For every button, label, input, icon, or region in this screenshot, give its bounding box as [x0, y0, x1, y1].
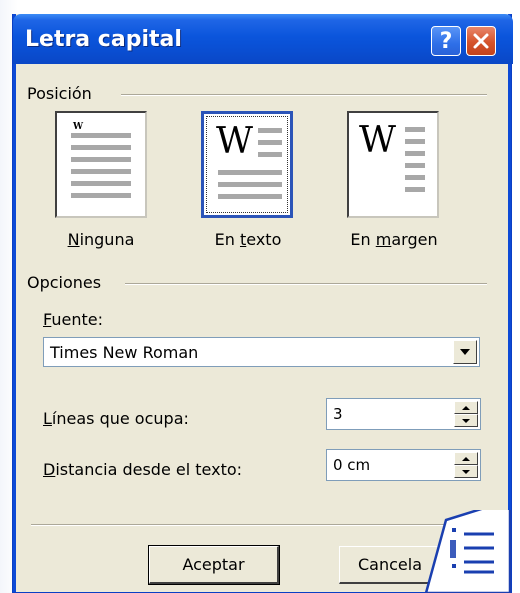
drop-letter-icon: W — [216, 121, 254, 162]
arrow-up-icon — [462, 456, 470, 461]
chevron-down-icon — [460, 349, 470, 355]
text-line — [258, 140, 282, 145]
arrow-down-icon — [462, 418, 470, 423]
close-icon — [473, 33, 489, 49]
title-bar[interactable]: Letra capital ? — [13, 14, 513, 64]
lines-spinner[interactable]: 3 — [326, 398, 481, 430]
distance-spinner[interactable]: 0 cm — [326, 449, 481, 481]
text-line — [258, 128, 282, 133]
lines-value: 3 — [333, 405, 343, 423]
text-line — [218, 182, 282, 187]
small-letter-icon: W — [73, 122, 84, 132]
close-button[interactable] — [466, 26, 496, 56]
text-line — [71, 181, 131, 186]
position-group-line — [121, 94, 487, 96]
position-in-text-label: En texto — [214, 230, 282, 249]
distance-label: Distancia desde el texto: — [43, 460, 243, 479]
text-line — [405, 175, 425, 180]
text-line — [71, 133, 131, 138]
font-select-dropdown-button[interactable] — [453, 340, 477, 364]
font-select[interactable]: Times New Roman — [43, 337, 480, 367]
distance-decrement-button[interactable] — [454, 465, 478, 478]
ok-button-label: Aceptar — [182, 555, 245, 574]
help-icon: ? — [439, 28, 453, 54]
distance-value: 0 cm — [333, 456, 371, 474]
distance-spin-buttons — [454, 452, 478, 478]
options-group-line — [125, 283, 487, 285]
lines-label: Líneas que ocupa: — [43, 409, 189, 428]
text-line — [71, 169, 131, 174]
cancel-button-label: Cancela — [358, 555, 423, 574]
arrow-down-icon — [462, 469, 470, 474]
text-line — [258, 152, 282, 157]
help-button[interactable]: ? — [431, 26, 461, 56]
dialog-title: Letra capital — [25, 27, 182, 52]
ok-button[interactable]: Aceptar — [148, 545, 280, 585]
text-line — [405, 151, 425, 156]
text-line — [405, 127, 425, 132]
text-line — [405, 187, 425, 192]
distance-increment-button[interactable] — [454, 452, 478, 465]
lines-spin-buttons — [454, 401, 478, 427]
text-line — [405, 139, 425, 144]
font-select-value: Times New Roman — [50, 343, 199, 362]
text-line — [71, 193, 131, 198]
lines-decrement-button[interactable] — [454, 414, 478, 427]
position-in-margin-option[interactable]: W — [347, 111, 439, 218]
font-label: Fuente: — [43, 310, 103, 329]
text-line — [71, 145, 131, 150]
position-in-text-option[interactable]: W — [201, 111, 293, 218]
text-line — [71, 157, 131, 162]
arrow-up-icon — [462, 405, 470, 410]
text-line — [218, 170, 282, 175]
position-in-margin-label: En margen — [350, 230, 438, 249]
list-icon-badge — [424, 510, 512, 593]
drop-letter-icon: W — [359, 120, 397, 161]
position-none-option[interactable]: W — [55, 111, 147, 218]
position-none-label: Ninguna — [67, 230, 135, 249]
lines-increment-button[interactable] — [454, 401, 478, 414]
options-group-label: Opciones — [27, 273, 102, 292]
position-group-label: Posición — [27, 84, 92, 103]
text-line — [218, 194, 282, 199]
drop-cap-dialog: Letra capital ? Posición W Ninguna W En … — [12, 14, 513, 593]
text-line — [405, 163, 425, 168]
